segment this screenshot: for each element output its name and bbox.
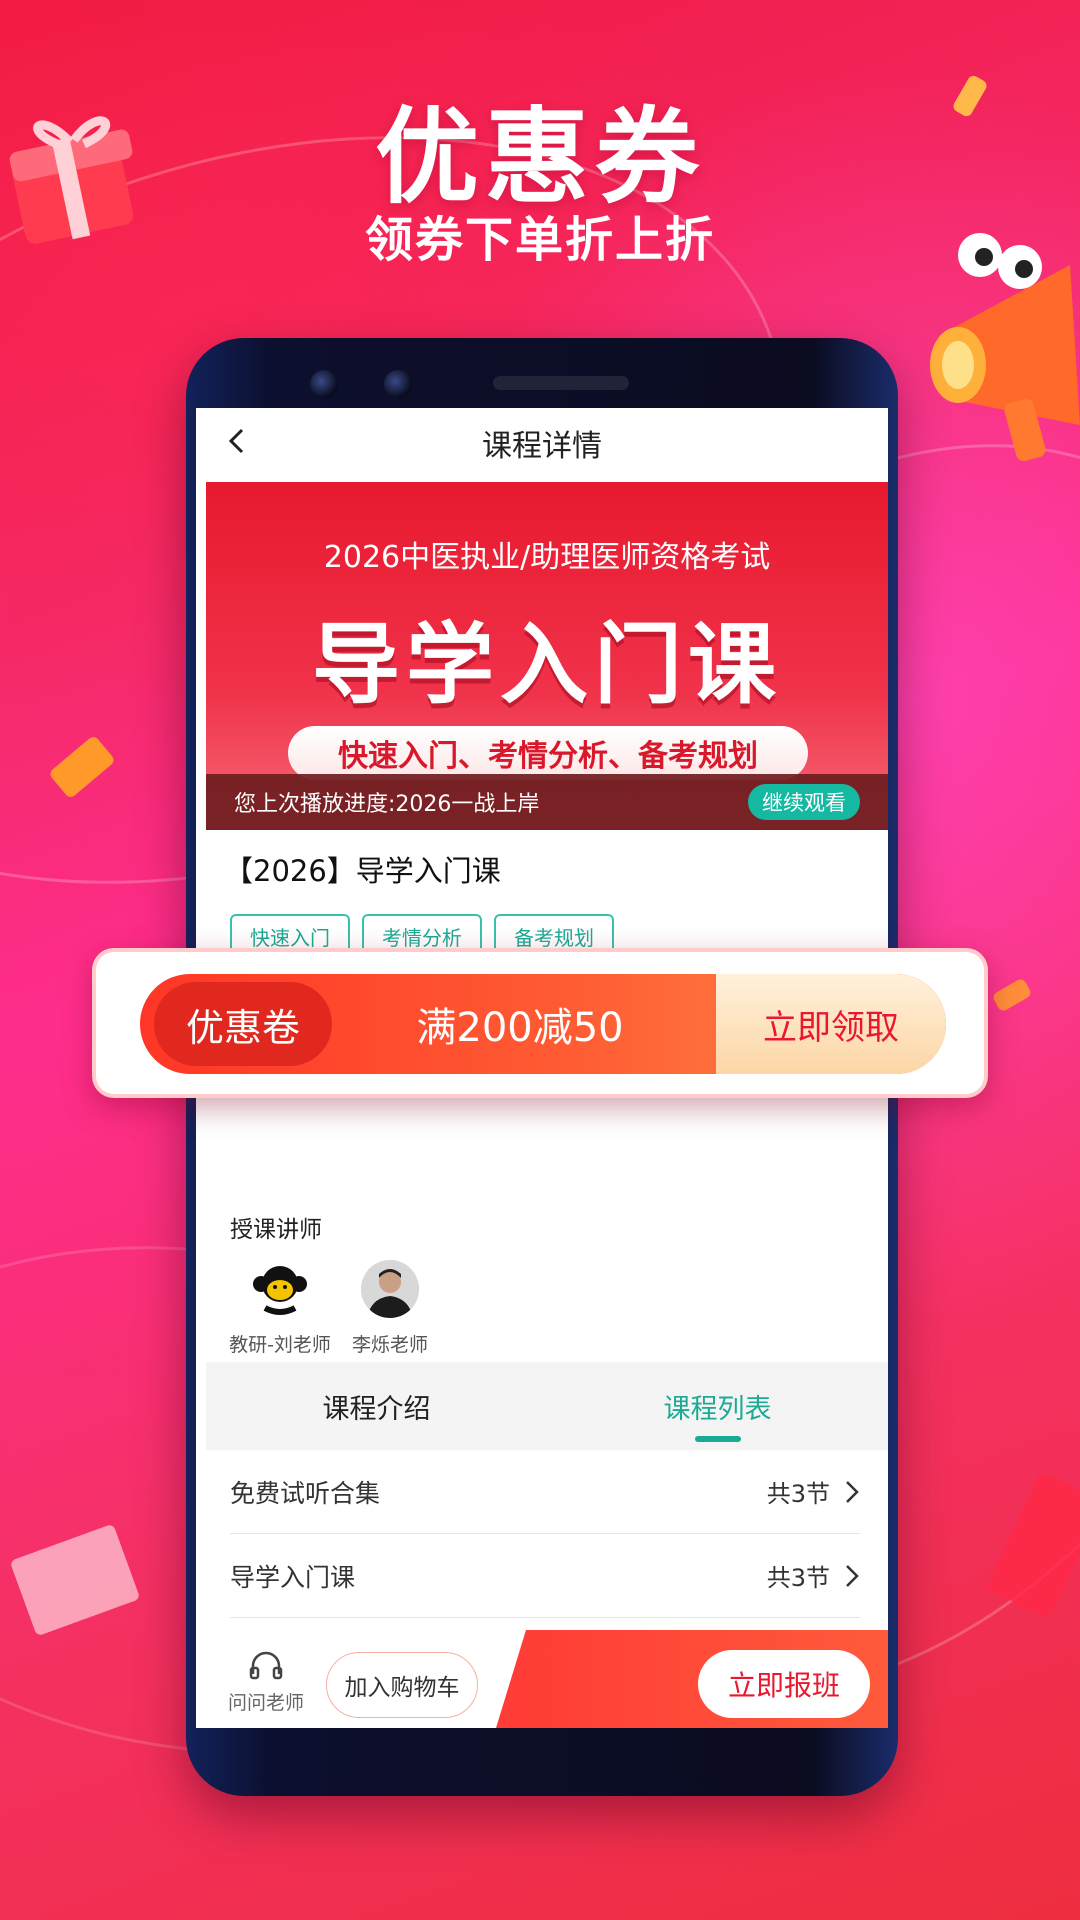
tab-course-list[interactable]: 课程列表: [547, 1362, 888, 1450]
lesson-title: 导学入门课: [230, 1562, 356, 1592]
enroll-now-button[interactable]: 立即报班: [698, 1650, 870, 1718]
play-progress-bar: 您上次播放进度:2026一战上岸 继续观看: [206, 774, 888, 830]
coupon-badge: 优惠卷: [154, 982, 332, 1066]
teacher-card[interactable]: 教研-刘老师: [220, 1260, 340, 1357]
front-camera-icon: [384, 370, 412, 398]
page-title: 课程详情: [482, 429, 602, 464]
coupon-amount: 满200减50: [416, 1005, 624, 1051]
ask-teacher-label: 问问老师: [227, 1692, 304, 1714]
nav-bar: 课程详情: [196, 408, 888, 478]
coupon-card: 优惠卷 满200减50 立即领取: [92, 948, 988, 1098]
banner-exam-line: 2026中医执业/助理医师资格考试: [323, 540, 771, 575]
claim-coupon-button[interactable]: 立即领取: [716, 974, 946, 1074]
avatar: [361, 1260, 419, 1318]
chevron-right-icon: [846, 1564, 859, 1587]
phone-speaker: [493, 376, 629, 390]
lesson-count: 共3节: [766, 1480, 830, 1508]
lesson-title: 免费试听合集: [230, 1478, 381, 1508]
front-camera-icon: [310, 370, 338, 398]
chevron-left-icon[interactable]: [224, 426, 250, 456]
avatar: [251, 1260, 309, 1318]
course-title: 【2026】导学入门课: [224, 854, 501, 888]
teacher-name: 教研-刘老师: [229, 1334, 331, 1356]
banner-headline: 导学入门课: [311, 613, 782, 716]
teacher-card[interactable]: 李烁老师: [330, 1260, 450, 1357]
teacher-name: 李烁老师: [351, 1334, 428, 1356]
lesson-count: 共3节: [766, 1564, 830, 1592]
chevron-right-icon: [846, 1480, 859, 1503]
monkey-avatar-icon: [251, 1260, 309, 1318]
banner-features: 快速入门、考情分析、备考规划: [288, 726, 808, 780]
continue-watching-button[interactable]: 继续观看: [748, 784, 860, 820]
lesson-row[interactable]: 免费试听合集 共3节: [230, 1450, 860, 1534]
course-tabs: 课程介绍 课程列表: [206, 1362, 888, 1450]
lesson-row[interactable]: 导学入门课 共3节: [230, 1534, 860, 1618]
tab-course-intro[interactable]: 课程介绍: [206, 1362, 547, 1450]
coupon-strip: 优惠卷 满200减50 立即领取: [140, 974, 946, 1074]
bottom-action-bar: 问问老师 加入购物车 立即报班: [196, 1630, 888, 1728]
ask-teacher-button[interactable]: 问问老师: [226, 1650, 306, 1715]
promo-subtitle: 领券下单折上折: [364, 212, 715, 268]
add-to-cart-button[interactable]: 加入购物车: [326, 1652, 478, 1718]
headphones-icon: [249, 1651, 283, 1680]
person-avatar-icon: [361, 1260, 419, 1318]
teachers-heading: 授课讲师: [230, 1217, 322, 1243]
progress-text: 您上次播放进度:2026一战上岸: [234, 792, 540, 817]
